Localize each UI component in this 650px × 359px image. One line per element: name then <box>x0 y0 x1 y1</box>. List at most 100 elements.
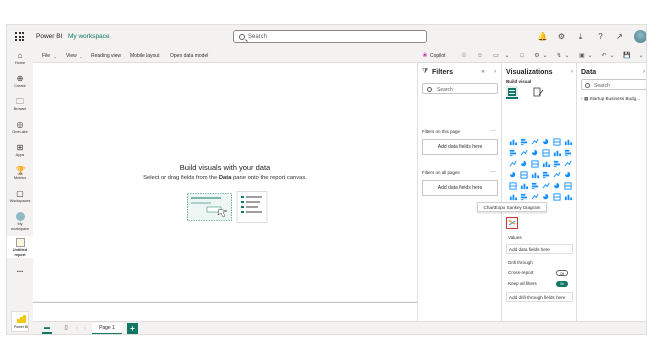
settings-icon[interactable]: ⚙ <box>533 52 541 60</box>
open-data-model-button[interactable]: Open data model <box>170 53 208 59</box>
line-chart-icon[interactable] <box>529 191 540 202</box>
workspace-link[interactable]: My workspace <box>68 33 110 40</box>
pie-chart-icon[interactable] <box>562 169 573 180</box>
nav-item-browse[interactable]: 🗀 Browse <box>7 97 33 112</box>
chevron-right-icon[interactable]: › <box>491 68 499 76</box>
pie-chart-icon[interactable] <box>529 147 540 158</box>
app-name[interactable]: Power BI <box>36 33 62 40</box>
nav-item-untitled-report[interactable]: Untitled report <box>7 236 33 258</box>
table-visual-icon[interactable] <box>551 191 562 202</box>
copilot-button[interactable]: Copilot <box>430 53 446 59</box>
people-icon[interactable]: ☺ <box>476 52 484 60</box>
visual-icon[interactable]: ▣ <box>578 52 586 60</box>
clustered-column-chart-icon[interactable] <box>562 147 573 158</box>
clustered-column-chart-icon[interactable] <box>518 136 529 147</box>
chevron-down-icon[interactable]: ⌄ <box>637 52 645 60</box>
stacked-bar-chart-icon[interactable] <box>507 136 518 147</box>
cross-report-toggle[interactable]: Off <box>556 270 568 276</box>
chevron-right-icon[interactable]: › <box>568 68 576 76</box>
more-options-icon[interactable]: … <box>489 126 497 134</box>
file-menu[interactable]: File <box>42 53 50 59</box>
help-icon[interactable]: ? <box>595 31 606 42</box>
table-visual-icon[interactable] <box>562 180 573 191</box>
clustered-column-chart-icon[interactable] <box>540 169 551 180</box>
global-search-input[interactable]: Search <box>233 30 427 43</box>
reading-view-button[interactable]: Reading view <box>91 53 121 59</box>
binoculars-icon[interactable]: ☉ <box>460 52 468 60</box>
chevron-right-icon[interactable]: › <box>81 325 89 333</box>
bell-icon[interactable]: 🔔 <box>537 31 548 42</box>
nav-item-create[interactable]: ⊕ Create <box>7 74 33 89</box>
table-visual-icon[interactable] <box>518 169 529 180</box>
share-icon[interactable]: ↗ <box>614 31 625 42</box>
chevron-down-icon[interactable]: ⌄ <box>608 52 616 60</box>
filters-page-dropzone[interactable]: Add data fields here <box>422 139 498 155</box>
chevron-left-icon[interactable]: ‹ <box>73 325 81 333</box>
mobile-layout-icon[interactable]: ▯ <box>62 324 70 332</box>
values-dropzone[interactable]: Add data fields here <box>506 244 573 254</box>
clustered-column-chart-icon[interactable] <box>507 147 518 158</box>
stacked-bar-chart-icon[interactable] <box>562 136 573 147</box>
add-page-button[interactable]: + <box>127 323 138 334</box>
app-launcher-icon[interactable] <box>15 32 24 41</box>
table-visual-icon[interactable] <box>551 136 562 147</box>
line-chart-icon[interactable] <box>507 158 518 169</box>
chevron-down-icon[interactable]: ⌄ <box>503 52 511 60</box>
chevron-right-icon[interactable]: › <box>640 68 646 76</box>
filters-search-input[interactable]: Search <box>422 83 498 94</box>
line-chart-icon[interactable] <box>551 169 562 180</box>
build-visual-tab-icon[interactable] <box>506 86 518 99</box>
nav-item-home[interactable]: ⌂ Home <box>7 51 33 66</box>
download-icon[interactable]: ⤓ <box>575 31 586 42</box>
clustered-column-chart-icon[interactable] <box>529 180 540 191</box>
pie-chart-icon[interactable] <box>507 169 518 180</box>
data-table-item[interactable]: › ▦ Startup Business Budg... <box>581 96 646 102</box>
undo-icon[interactable]: ↶ <box>600 52 608 60</box>
mobile-layout-button[interactable]: Mobile layout <box>130 53 159 59</box>
keep-all-filters-toggle[interactable]: On <box>556 281 568 287</box>
nav-item-metrics[interactable]: 🏆 Metrics <box>7 166 33 181</box>
nav-item-onelake[interactable]: ◎ OneLake <box>7 120 33 135</box>
stacked-bar-chart-icon[interactable] <box>540 158 551 169</box>
settings-gear-icon[interactable]: ⚙ <box>556 31 567 42</box>
page-tab[interactable]: Page 1 <box>92 323 122 334</box>
comment-icon[interactable]: ▭ <box>492 52 500 60</box>
clustered-column-chart-icon[interactable] <box>551 158 562 169</box>
stacked-bar-chart-icon[interactable] <box>529 169 540 180</box>
pie-chart-icon[interactable] <box>540 136 551 147</box>
chevron-down-icon[interactable]: ⌄ <box>541 52 549 60</box>
filters-all-pages-dropzone[interactable]: Add data fields here <box>422 180 498 196</box>
report-canvas[interactable]: Build visuals with your data Select or d… <box>33 63 417 301</box>
table-visual-icon[interactable] <box>529 158 540 169</box>
stacked-bar-chart-icon[interactable] <box>518 180 529 191</box>
nav-item-workspaces[interactable]: ▢ Workspaces <box>7 189 33 204</box>
avatar[interactable] <box>634 30 646 43</box>
stacked-bar-chart-icon[interactable] <box>507 191 518 202</box>
save-icon[interactable]: 💾 <box>623 52 631 60</box>
desktop-layout-icon[interactable]: ▬ <box>42 324 52 334</box>
pie-chart-icon[interactable] <box>518 158 529 169</box>
bookmark-icon[interactable]: □ <box>518 52 526 60</box>
format-icon[interactable]: ↯ <box>555 52 563 60</box>
collapse-double-chevron-icon[interactable]: « <box>479 68 487 76</box>
stacked-bar-chart-icon[interactable] <box>562 191 573 202</box>
line-chart-icon[interactable] <box>562 158 573 169</box>
more-options-icon[interactable]: … <box>489 167 497 175</box>
view-menu[interactable]: View <box>66 53 77 59</box>
chevron-down-icon[interactable]: ⌄ <box>563 52 571 60</box>
power-bi-logo[interactable]: Power BI <box>11 311 29 332</box>
nav-item-apps[interactable]: ⊞ Apps <box>7 143 33 158</box>
chevron-down-icon[interactable]: ⌄ <box>586 52 594 60</box>
stacked-bar-chart-icon[interactable] <box>551 147 562 158</box>
line-chart-icon[interactable] <box>518 147 529 158</box>
nav-item-my-workspace[interactable]: My workspace <box>7 212 33 231</box>
pie-chart-icon[interactable] <box>551 180 562 191</box>
drill-through-dropzone[interactable]: Add drill-through fields here <box>506 292 573 302</box>
pie-chart-icon[interactable] <box>540 191 551 202</box>
chartexpo-sankey-visual-button[interactable] <box>506 217 518 229</box>
table-visual-icon[interactable] <box>507 180 518 191</box>
table-visual-icon[interactable] <box>540 147 551 158</box>
line-chart-icon[interactable] <box>529 136 540 147</box>
nav-item-more[interactable]: ... <box>7 265 33 274</box>
line-chart-icon[interactable] <box>540 180 551 191</box>
